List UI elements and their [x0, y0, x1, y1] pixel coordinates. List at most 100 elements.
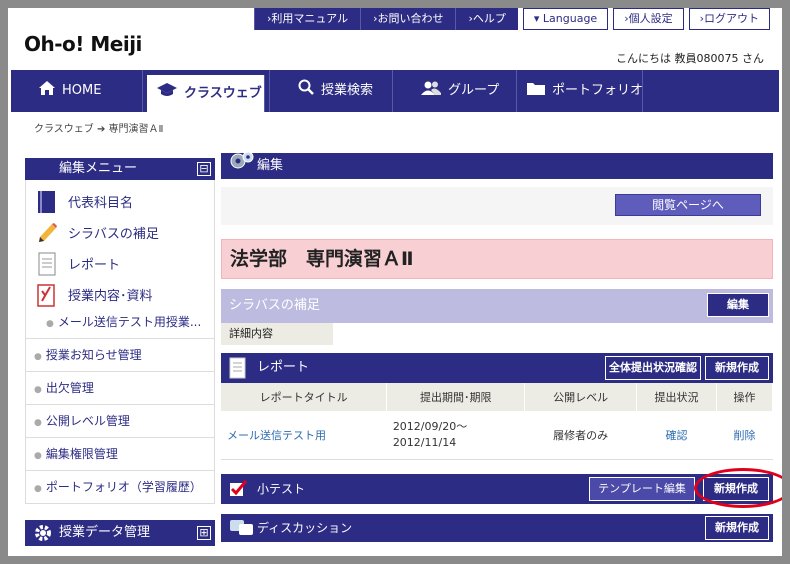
user-greeting: こんにちは 教員080075 さん — [616, 52, 764, 65]
gear-icon — [33, 523, 53, 553]
sidebar-link-visibility[interactable]: ● 公開レベル管理 — [25, 405, 215, 438]
syllabus-header: シラバスの補足 編集 — [221, 289, 773, 323]
report-status-link[interactable]: 確認 — [636, 411, 717, 460]
nav-search[interactable]: 授業検索 — [269, 70, 393, 112]
sidebar-link-notices[interactable]: ● 授業お知らせ管理 — [25, 339, 215, 372]
bullet-icon: ● — [34, 385, 42, 395]
sidebar-item-label: レポート — [68, 258, 121, 273]
detail-row: 詳細内容 — [221, 323, 773, 345]
sidebar-item-label: 代表科目名 — [68, 196, 134, 211]
home-icon — [39, 70, 55, 112]
nav-group[interactable]: グループ — [393, 70, 517, 112]
sidebar-link-permissions[interactable]: ● 編集権限管理 — [25, 438, 215, 471]
nav-classweb[interactable]: クラスウェブ — [147, 75, 265, 112]
report-title-link[interactable]: メール送信テスト用 — [221, 411, 387, 460]
quiz-title: 小テスト — [257, 481, 306, 496]
gears-icon — [229, 149, 255, 183]
column-header: 提出状況 — [636, 383, 718, 411]
report-title: レポート — [257, 360, 310, 375]
notebook-icon — [36, 283, 58, 307]
quiz-header: 小テスト テンプレート編集 新規作成 — [221, 473, 773, 504]
help-link[interactable]: ›ヘルプ — [455, 8, 518, 30]
settings-link[interactable]: ›個人設定 — [613, 8, 684, 30]
sidebar-item-label: 授業内容･資料 — [68, 289, 153, 304]
language-select[interactable]: ▾ Language — [522, 8, 609, 30]
sidebar-link-label: 授業お知らせ管理 — [45, 348, 142, 362]
report-header: レポート 全体提出状況確認 新規作成 — [221, 353, 773, 383]
syllabus-edit-button[interactable]: 編集 — [707, 293, 769, 317]
users-icon — [421, 70, 441, 112]
sidebar-link-label: 編集権限管理 — [45, 447, 118, 461]
document-icon — [36, 252, 58, 276]
bullet-icon: ● — [34, 451, 42, 461]
sidebar-item-syllabus[interactable]: シラバスの補足 — [26, 217, 214, 248]
edit-menu-title: 編集メニュー — [59, 161, 138, 176]
bullet-icon: ● — [34, 484, 42, 494]
nav-classweb-label: クラスウェブ — [184, 86, 262, 101]
syllabus-title: シラバスの補足 — [229, 298, 320, 313]
data-mgmt-title: 授業データ管理 — [59, 525, 151, 540]
highlight-ring — [694, 468, 782, 508]
edit-title: 編集 — [257, 158, 284, 173]
graduation-cap-icon — [157, 75, 177, 112]
nav-search-label: 授業検索 — [321, 83, 374, 98]
column-header: 提出期間･期限 — [386, 383, 526, 411]
contact-link[interactable]: ›お問い合わせ — [360, 8, 456, 30]
column-header: 操作 — [716, 383, 773, 411]
sidebar: 編集メニュー ⊟ 代表科目名 シラバスの補足 レポート 授業内容･資料 ● メー… — [25, 158, 215, 546]
collapse-icon[interactable]: ⊟ — [197, 162, 211, 176]
report-period: 2012/09/20～2012/11/14 — [386, 411, 525, 460]
sidebar-item-materials[interactable]: 授業内容･資料 — [26, 279, 214, 310]
sidebar-item-course-name[interactable]: 代表科目名 — [26, 186, 214, 217]
bullet-icon: ● — [34, 352, 42, 362]
nav-group-label: グループ — [448, 83, 500, 98]
quiz-template-button[interactable]: テンプレート編集 — [589, 476, 695, 501]
column-header: 公開レベル — [524, 383, 638, 411]
discussion-title: ディスカッション — [257, 520, 353, 535]
nav-portfolio-label: ポートフォリオ — [552, 83, 644, 98]
report-table: レポートタイトル 提出期間･期限 公開レベル 提出状況 操作 メール送信テスト用… — [221, 383, 773, 460]
main-nav: HOME クラスウェブ 授業検索 グループ ポートフォリオ — [11, 70, 779, 112]
table-row: メール送信テスト用 2012/09/20～2012/11/14 履修者のみ 確認… — [221, 411, 773, 460]
report-new-button[interactable]: 新規作成 — [705, 356, 769, 380]
sidebar-sub-item[interactable]: ● メール送信テスト用授業... — [26, 310, 214, 334]
discussion-header: ディスカッション 新規作成 — [221, 513, 773, 542]
breadcrumb: クラスウェブ ➔ 専門演習ＡⅡ — [34, 124, 164, 135]
edit-header: 編集 — [221, 151, 773, 179]
view-page-box: 閲覧ページへ — [221, 187, 773, 225]
nav-home[interactable]: HOME — [11, 70, 143, 112]
book-icon — [36, 190, 58, 214]
manual-link[interactable]: ›利用マニュアル — [254, 8, 361, 30]
course-title: 法学部 専門演習ＡⅡ — [221, 239, 773, 279]
app-frame: ›利用マニュアル ›お問い合わせ ›ヘルプ ▾ Language ›個人設定 ›… — [8, 8, 782, 556]
expand-icon[interactable]: ⊞ — [197, 526, 211, 540]
sidebar-link-label: 出欠管理 — [45, 381, 94, 395]
detail-label: 詳細内容 — [221, 323, 333, 345]
edit-menu-box: 代表科目名 シラバスの補足 レポート 授業内容･資料 ● メール送信テスト用授業… — [25, 180, 215, 339]
site-logo[interactable]: Oh-o! Meiji — [24, 32, 142, 56]
edit-menu-header: 編集メニュー ⊟ — [25, 158, 215, 180]
nav-portfolio[interactable]: ポートフォリオ — [517, 70, 643, 112]
nav-home-label: HOME — [62, 83, 102, 98]
data-mgmt-header[interactable]: 授業データ管理 ⊞ — [25, 520, 215, 546]
report-level: 履修者のみ — [524, 411, 637, 460]
sidebar-item-report[interactable]: レポート — [26, 248, 214, 279]
table-header-row: レポートタイトル 提出期間･期限 公開レベル 提出状況 操作 — [221, 383, 773, 411]
sidebar-link-portfolio[interactable]: ● ポートフォリオ（学習履歴） — [25, 471, 215, 504]
utility-bar: ›利用マニュアル ›お問い合わせ ›ヘルプ ▾ Language ›個人設定 ›… — [254, 8, 771, 30]
chat-icon — [229, 518, 255, 548]
main-content: 編集 閲覧ページへ 法学部 専門演習ＡⅡ シラバスの補足 編集 詳細内容 レポー… — [221, 151, 773, 542]
sidebar-item-label: シラバスの補足 — [68, 227, 159, 242]
sidebar-link-label: ポートフォリオ（学習履歴） — [45, 480, 202, 494]
report-status-button[interactable]: 全体提出状況確認 — [605, 356, 701, 380]
bullet-icon: ● — [46, 319, 54, 329]
folder-icon — [527, 70, 545, 112]
document-icon — [229, 357, 247, 391]
pencil-icon — [36, 221, 58, 245]
logout-link[interactable]: ›ログアウト — [688, 8, 771, 30]
report-delete-link[interactable]: 削除 — [716, 411, 773, 460]
sidebar-link-attendance[interactable]: ● 出欠管理 — [25, 372, 215, 405]
sidebar-sub-label: メール送信テスト用授業... — [57, 315, 202, 329]
discussion-new-button[interactable]: 新規作成 — [705, 515, 769, 540]
view-page-button[interactable]: 閲覧ページへ — [615, 194, 761, 216]
